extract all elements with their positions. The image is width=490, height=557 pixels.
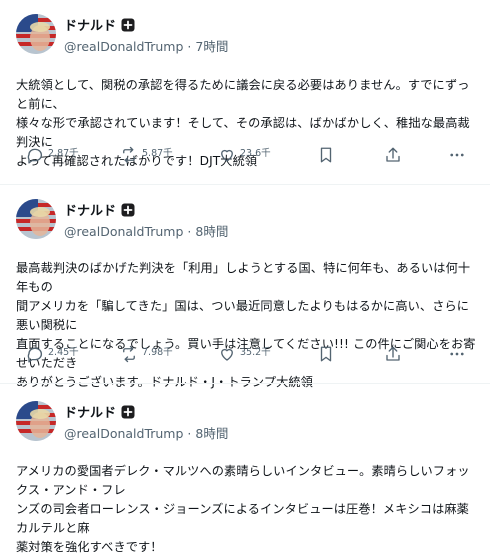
text-line: 薬対策を強化すべきです！ [16, 540, 163, 554]
action-bar: 2.87千 5.87千 23.6千 [16, 144, 478, 166]
action-bar: 2.45千 7.98千 35.2千 [16, 343, 478, 365]
post-time[interactable]: 8時間 [195, 426, 228, 441]
like-icon [221, 348, 233, 361]
repost-count: 7.98千 [142, 347, 173, 358]
repost-count: 5.87千 [142, 148, 173, 159]
share-button[interactable] [384, 343, 402, 365]
reply-count: 2.45千 [48, 347, 79, 358]
separator: · [187, 224, 192, 239]
text-line: ンズの司会者ローレンス・ジョーンズによるインタビューは圧巻！メキシコは麻薬カルテ… [16, 502, 469, 535]
text-line: 大統領として、関税の承認を得るために議会に戻る必要はありません。すでにずっと前に… [16, 78, 470, 111]
reply-button[interactable]: 2.45千 [26, 343, 79, 365]
post-text: 最高裁判決のばかげた判決を「利用」しようとする国、特に何年も、あるいは何十年もの… [16, 259, 478, 392]
bookmark-button[interactable] [317, 343, 335, 365]
more-button[interactable] [448, 343, 466, 365]
avatar[interactable] [16, 199, 56, 239]
text-line: 間アメリカを「騙してきた」国は、つい最近同意したよりもはるかに高い、さらに悪い関… [16, 299, 470, 332]
more-icon [450, 153, 464, 157]
reply-icon [27, 148, 43, 164]
author-handle[interactable]: @realDonaldTrump [64, 426, 183, 441]
reply-icon [27, 347, 43, 363]
repost-button[interactable]: 5.87千 [120, 144, 173, 166]
text-line: 最高裁判決のばかげた判決を「利用」しようとする国、特に何年も、あるいは何十年もの [16, 261, 471, 294]
avatar[interactable] [16, 401, 56, 441]
text-line: アメリカの愛国者デレク・マルツへの素晴らしいインタビュー。素晴らしいフォックス・… [16, 464, 470, 497]
like-button[interactable]: 23.6千 [218, 144, 271, 166]
more-button[interactable] [448, 144, 466, 166]
timeline-feed: ドナルド @realDonaldTrump · 7時間 大統領として、関税の承認… [0, 0, 490, 554]
post-1[interactable]: ドナルド @realDonaldTrump · 7時間 大統領として、関税の承認… [0, 0, 490, 184]
reply-count: 2.87千 [48, 148, 79, 159]
share-button[interactable] [384, 144, 402, 166]
author-handle[interactable]: @realDonaldTrump [64, 224, 183, 239]
post-2[interactable]: ドナルド @realDonaldTrump · 8時間 最高裁判決のばかげた判決… [0, 185, 490, 389]
verified-badge-icon [121, 202, 135, 217]
like-button[interactable]: 35.2千 [218, 343, 271, 365]
avatar[interactable] [16, 14, 56, 54]
separator: · [187, 426, 192, 441]
author-name[interactable]: ドナルド [64, 402, 116, 421]
post-time[interactable]: 7時間 [195, 39, 228, 54]
reply-button[interactable]: 2.87千 [26, 144, 79, 166]
post-text: アメリカの愛国者デレク・マルツへの素晴らしいインタビュー。素晴らしいフォックス・… [16, 462, 478, 557]
like-icon [221, 149, 233, 162]
like-count: 23.6千 [240, 148, 271, 159]
like-count: 35.2千 [240, 347, 271, 358]
repost-button[interactable]: 7.98千 [120, 343, 173, 365]
share-icon [386, 147, 400, 162]
verified-badge-icon [121, 17, 135, 32]
separator: · [187, 39, 192, 54]
author-name[interactable]: ドナルド [64, 15, 116, 34]
bookmark-button[interactable] [317, 144, 335, 166]
repost-icon [123, 345, 135, 363]
post-time[interactable]: 8時間 [195, 224, 228, 239]
more-icon [450, 352, 464, 356]
author-handle[interactable]: @realDonaldTrump [64, 39, 183, 54]
post-3[interactable]: ドナルド @realDonaldTrump · 8時間 アメリカの愛国者デレク・… [0, 384, 490, 554]
verified-badge-icon [121, 404, 135, 419]
author-name[interactable]: ドナルド [64, 200, 116, 219]
bookmark-icon [320, 346, 332, 362]
repost-icon [123, 146, 135, 164]
share-icon [386, 346, 400, 361]
bookmark-icon [320, 147, 332, 163]
